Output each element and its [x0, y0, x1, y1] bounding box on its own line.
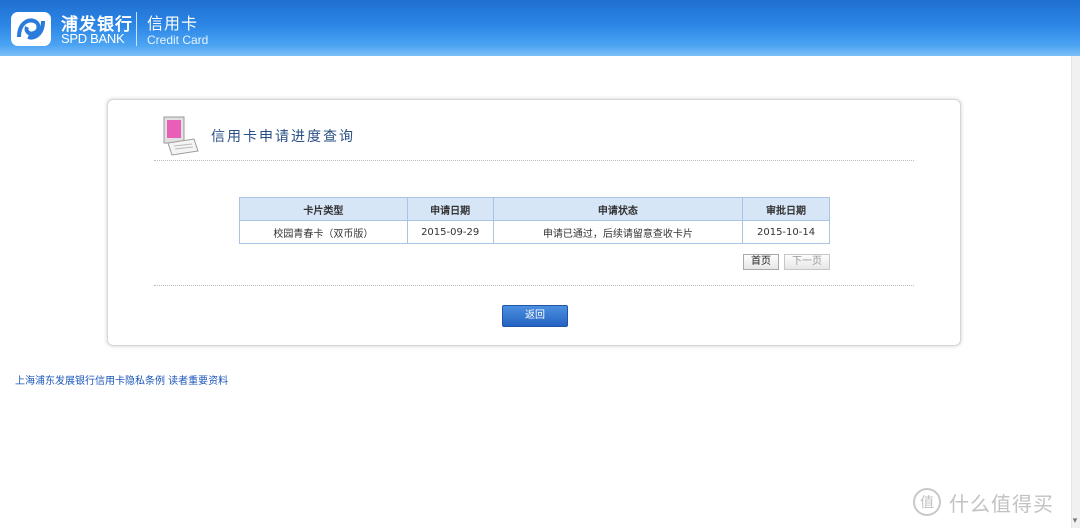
query-panel: 信用卡申请进度查询 卡片类型 申请日期 申请状态 审批日期 校园青春卡（双币版）…	[107, 99, 961, 346]
spd-bank-logo-icon[interactable]	[10, 11, 52, 47]
watermark: 值 什么值得买	[913, 487, 1054, 517]
table-row: 校园青春卡（双币版） 2015-09-29 申请已通过，后续请留意查收卡片 20…	[239, 220, 830, 244]
column-header-apply-date: 申请日期	[406, 197, 494, 221]
scroll-down-arrow-icon[interactable]: ▾	[1071, 516, 1079, 526]
header-divider	[136, 12, 137, 46]
watermark-logo-icon: 值	[913, 488, 941, 516]
first-page-button[interactable]: 首页	[743, 254, 779, 270]
column-header-status: 申请状态	[492, 197, 744, 221]
divider-bottom	[154, 285, 914, 286]
watermark-text: 什么值得买	[949, 491, 1054, 516]
page-title: 信用卡申请进度查询	[211, 129, 355, 145]
cell-approve-date: 2015-10-14	[742, 220, 830, 244]
column-header-approve-date: 审批日期	[742, 197, 830, 221]
vertical-scrollbar[interactable]: ▾	[1071, 56, 1080, 528]
progress-table: 卡片类型 申请日期 申请状态 审批日期 校园青春卡（双币版） 2015-09-2…	[239, 197, 830, 244]
column-header-card-type: 卡片类型	[239, 197, 408, 221]
site-header: 浦发银行 SPD BANK 信用卡 Credit Card	[0, 0, 1080, 56]
table-header-row: 卡片类型 申请日期 申请状态 审批日期	[239, 197, 830, 221]
cell-status: 申请已通过，后续请留意查收卡片	[492, 220, 744, 244]
product-name-cn: 信用卡	[147, 14, 199, 33]
brand-name-en: SPD BANK	[61, 31, 125, 46]
computer-screen-icon	[163, 116, 199, 156]
divider-top	[154, 160, 914, 161]
return-button[interactable]: 返回	[502, 305, 568, 327]
cell-card-type: 校园青春卡（双币版）	[239, 220, 408, 244]
cell-apply-date: 2015-09-29	[406, 220, 494, 244]
next-page-button[interactable]: 下一页	[784, 254, 830, 270]
privacy-link[interactable]: 上海浦东发展银行信用卡隐私条例 读者重要资料	[15, 372, 228, 387]
product-name-en: Credit Card	[147, 33, 209, 47]
